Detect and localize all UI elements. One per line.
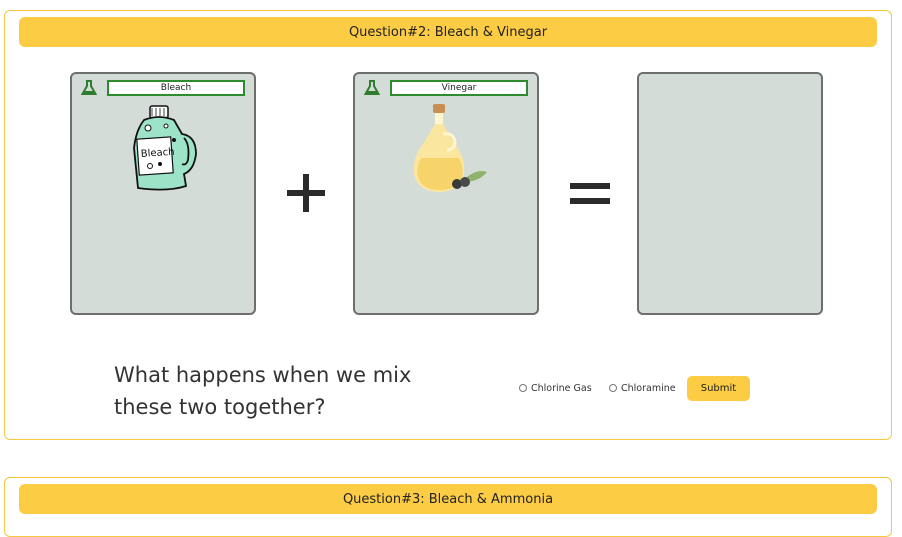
flask-icon (364, 80, 380, 95)
ingredient-label: Vinegar (390, 80, 528, 96)
flask-icon (81, 80, 97, 95)
question-prompt: What happens when we mix these two toget… (114, 363, 412, 419)
answer-option-chloramine[interactable]: Chloramine (609, 381, 676, 395)
radio-button[interactable] (609, 384, 617, 392)
question-header: Question#2: Bleach & Vinegar (19, 17, 877, 47)
ingredient-label-text: Vinegar (441, 83, 477, 93)
equals-icon (570, 183, 610, 204)
ingredient-label: Bleach (107, 80, 245, 96)
ingredient-label-text: Bleach (160, 83, 192, 93)
radio-button[interactable] (519, 384, 527, 392)
ingredient-card-vinegar: Vinegar (353, 72, 539, 315)
submit-button[interactable]: Submit (687, 376, 750, 401)
question-panel: Question#3: Bleach & Ammonia (4, 477, 892, 537)
answer-option-chlorine-gas[interactable]: Chlorine Gas (519, 381, 592, 395)
ingredient-card-bleach: Bleach Bleach (70, 72, 256, 315)
option-label: Chloramine (621, 382, 676, 394)
question-header: Question#3: Bleach & Ammonia (19, 484, 877, 514)
question-title: Question#3: Bleach & Ammonia (342, 491, 554, 507)
question-title: Question#2: Bleach & Vinegar (348, 24, 548, 40)
bleach-bottle-image: Bleach (133, 105, 197, 191)
plus-icon (287, 174, 325, 212)
result-card (637, 72, 823, 315)
question-panel: Question#2: Bleach & Vinegar Bleach Blea… (4, 10, 892, 440)
vinegar-bottle-image (413, 104, 487, 192)
option-label: Chlorine Gas (531, 382, 592, 394)
bottle-label-text: Bleach (140, 147, 174, 160)
